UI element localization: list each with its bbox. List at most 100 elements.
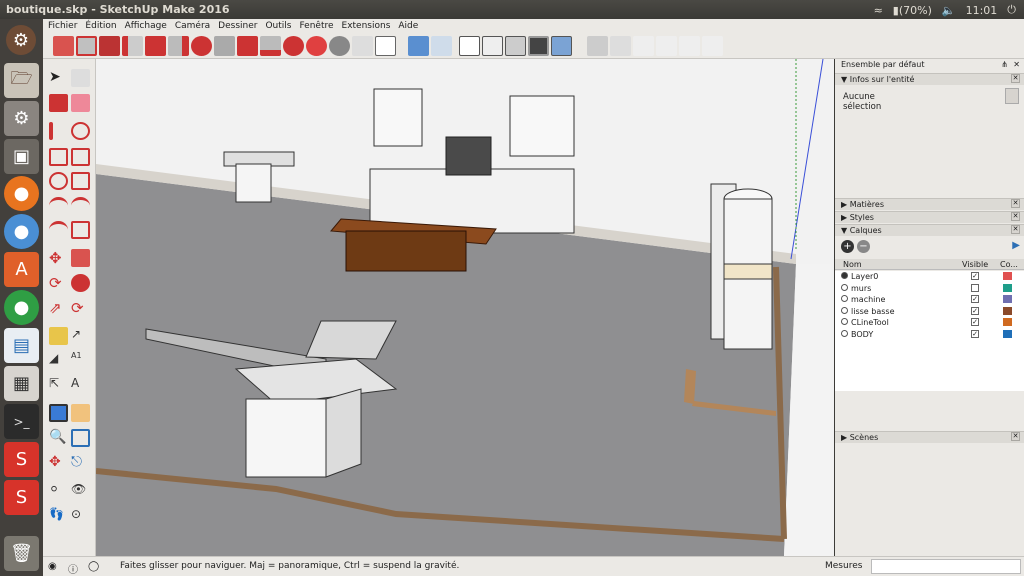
menu-extensions[interactable]: Extensions bbox=[342, 21, 391, 31]
arc3-icon[interactable] bbox=[49, 221, 68, 239]
view-top-icon[interactable] bbox=[431, 36, 452, 56]
chrome-icon[interactable]: ● bbox=[4, 290, 39, 325]
layer-color-swatch[interactable] bbox=[1003, 272, 1012, 280]
volume-icon[interactable]: 🔈 bbox=[942, 4, 956, 17]
layer-visible-checkbox[interactable]: ✓ bbox=[971, 272, 979, 280]
close-icon[interactable]: ✕ bbox=[1011, 74, 1020, 83]
layer-row[interactable]: CLineTool ✓ bbox=[835, 317, 1024, 328]
tape-measure-icon[interactable] bbox=[49, 327, 68, 345]
power-icon[interactable]: ⏻ bbox=[1007, 3, 1016, 17]
close-tray-icon[interactable]: ✕ bbox=[1013, 59, 1020, 70]
firefox-icon[interactable]: ● bbox=[4, 176, 39, 211]
entity-info-header[interactable]: ▼ Infos sur l'entité ✕ bbox=[835, 73, 1024, 85]
chromium-icon[interactable]: ● bbox=[4, 214, 39, 249]
tool-12-icon[interactable] bbox=[306, 36, 327, 56]
col-visible[interactable]: Visible bbox=[962, 260, 988, 269]
bottom-view-icon[interactable] bbox=[702, 36, 723, 56]
menu-affichage[interactable]: Affichage bbox=[125, 21, 167, 31]
orbit-icon[interactable] bbox=[49, 404, 68, 422]
tool-8-icon[interactable] bbox=[214, 36, 235, 56]
layer-color-swatch[interactable] bbox=[1003, 329, 1012, 338]
layer-active-radio[interactable] bbox=[841, 318, 848, 325]
battery-indicator[interactable]: ▮(70%) bbox=[893, 4, 932, 17]
zoom-extents-icon[interactable]: ✥ bbox=[49, 454, 68, 472]
position-camera-icon[interactable]: ⚪ bbox=[49, 482, 68, 500]
wifi-icon[interactable]: ≈ bbox=[874, 4, 883, 17]
polygon-icon[interactable] bbox=[71, 172, 90, 190]
menu-aide[interactable]: Aide bbox=[398, 21, 418, 31]
tool-7-icon[interactable] bbox=[191, 36, 212, 56]
move-icon[interactable]: ✥ bbox=[49, 249, 68, 267]
layer-visible-checkbox[interactable]: ✓ bbox=[971, 329, 979, 338]
measurements-input[interactable] bbox=[871, 559, 1021, 574]
arc-icon[interactable] bbox=[49, 197, 68, 215]
sketchup-layout-icon[interactable]: S bbox=[4, 480, 39, 515]
layer-color-swatch[interactable] bbox=[1003, 318, 1012, 326]
sketchup-icon[interactable]: S bbox=[4, 442, 39, 477]
xray-icon[interactable] bbox=[459, 36, 480, 56]
close-icon[interactable]: ✕ bbox=[1011, 199, 1020, 208]
shaded-textures-icon[interactable] bbox=[551, 36, 572, 56]
entity-info-toggle[interactable] bbox=[1005, 88, 1019, 104]
settings-icon[interactable]: ⚙ bbox=[4, 101, 39, 136]
tool-5-icon[interactable] bbox=[145, 36, 166, 56]
ubuntu-home-icon[interactable]: ⚙ bbox=[6, 25, 36, 55]
layer-active-radio[interactable] bbox=[841, 283, 848, 291]
layer-visible-checkbox[interactable]: ✓ bbox=[971, 318, 979, 326]
layer-row[interactable]: lisse basse ✓ bbox=[835, 306, 1024, 317]
freehand-icon[interactable] bbox=[71, 122, 90, 140]
tool-15-icon[interactable] bbox=[375, 36, 396, 56]
layer-visible-checkbox[interactable]: ✓ bbox=[971, 295, 979, 303]
libreoffice-writer-icon[interactable]: ▤ bbox=[4, 328, 39, 363]
terminal-icon[interactable]: >_ bbox=[4, 404, 39, 439]
paint-bucket-icon[interactable] bbox=[49, 94, 68, 112]
pie-icon[interactable] bbox=[71, 221, 90, 239]
menu-camera[interactable]: Caméra bbox=[175, 21, 210, 31]
layers-header[interactable]: ▼ Calques ✕ bbox=[835, 224, 1024, 236]
pin-icon[interactable]: ⋔ bbox=[1001, 59, 1008, 70]
circle-icon[interactable] bbox=[49, 172, 68, 190]
make-component-icon[interactable] bbox=[71, 69, 90, 87]
previous-icon[interactable]: ⎋ bbox=[71, 454, 90, 472]
layer-row[interactable]: BODY ✓ bbox=[835, 329, 1024, 340]
tool-10-icon[interactable] bbox=[260, 36, 281, 56]
close-icon[interactable]: ✕ bbox=[1011, 212, 1020, 221]
trash-icon[interactable]: 🗑 bbox=[4, 536, 39, 571]
wireframe-icon[interactable] bbox=[482, 36, 503, 56]
tool-2-icon[interactable] bbox=[76, 36, 97, 56]
close-icon[interactable]: ✕ bbox=[1011, 225, 1020, 234]
credits-icon[interactable]: ⓘ bbox=[68, 561, 78, 576]
layer-details-icon[interactable]: ▶ bbox=[1012, 240, 1020, 251]
menu-fenetre[interactable]: Fenêtre bbox=[299, 21, 333, 31]
warehouse-icon[interactable] bbox=[587, 36, 608, 56]
shaded-icon[interactable] bbox=[528, 36, 549, 56]
text-icon[interactable]: A1 bbox=[71, 351, 90, 369]
look-around-icon[interactable]: 👁 bbox=[71, 482, 90, 500]
axes-icon[interactable]: ⇱ bbox=[49, 376, 68, 394]
files-icon[interactable]: 🗁 bbox=[4, 63, 39, 98]
tool-6-icon[interactable] bbox=[168, 36, 189, 56]
zoom-window-icon[interactable] bbox=[71, 429, 90, 447]
clock[interactable]: 11:01 bbox=[966, 4, 998, 17]
close-icon[interactable]: ✕ bbox=[1011, 432, 1020, 441]
rotated-rect-icon[interactable] bbox=[71, 148, 90, 166]
tool-13-icon[interactable] bbox=[329, 36, 350, 56]
right-view-icon[interactable] bbox=[633, 36, 654, 56]
user-icon[interactable]: ◯ bbox=[88, 561, 99, 572]
layer-row[interactable]: Layer0 ✓ bbox=[835, 271, 1024, 282]
layer-visible-checkbox[interactable]: ✓ bbox=[971, 306, 979, 315]
menu-edition[interactable]: Édition bbox=[85, 21, 116, 31]
materials-header[interactable]: ▶ Matières ✕ bbox=[835, 198, 1024, 210]
eraser-icon[interactable] bbox=[71, 94, 90, 112]
styles-header[interactable]: ▶ Styles ✕ bbox=[835, 211, 1024, 223]
view-iso-icon[interactable] bbox=[408, 36, 429, 56]
zoom-icon[interactable]: 🔍 bbox=[49, 429, 68, 447]
layer-active-radio[interactable] bbox=[841, 272, 848, 279]
scenes-header[interactable]: ▶ Scènes ✕ bbox=[835, 431, 1024, 443]
menu-outils[interactable]: Outils bbox=[265, 21, 291, 31]
tool-3-icon[interactable] bbox=[99, 36, 120, 56]
layer-active-radio[interactable] bbox=[841, 306, 848, 314]
arc2-icon[interactable] bbox=[71, 197, 90, 215]
geolocation-icon[interactable]: ◉ bbox=[48, 561, 57, 572]
add-layer-icon[interactable]: + bbox=[841, 240, 854, 253]
